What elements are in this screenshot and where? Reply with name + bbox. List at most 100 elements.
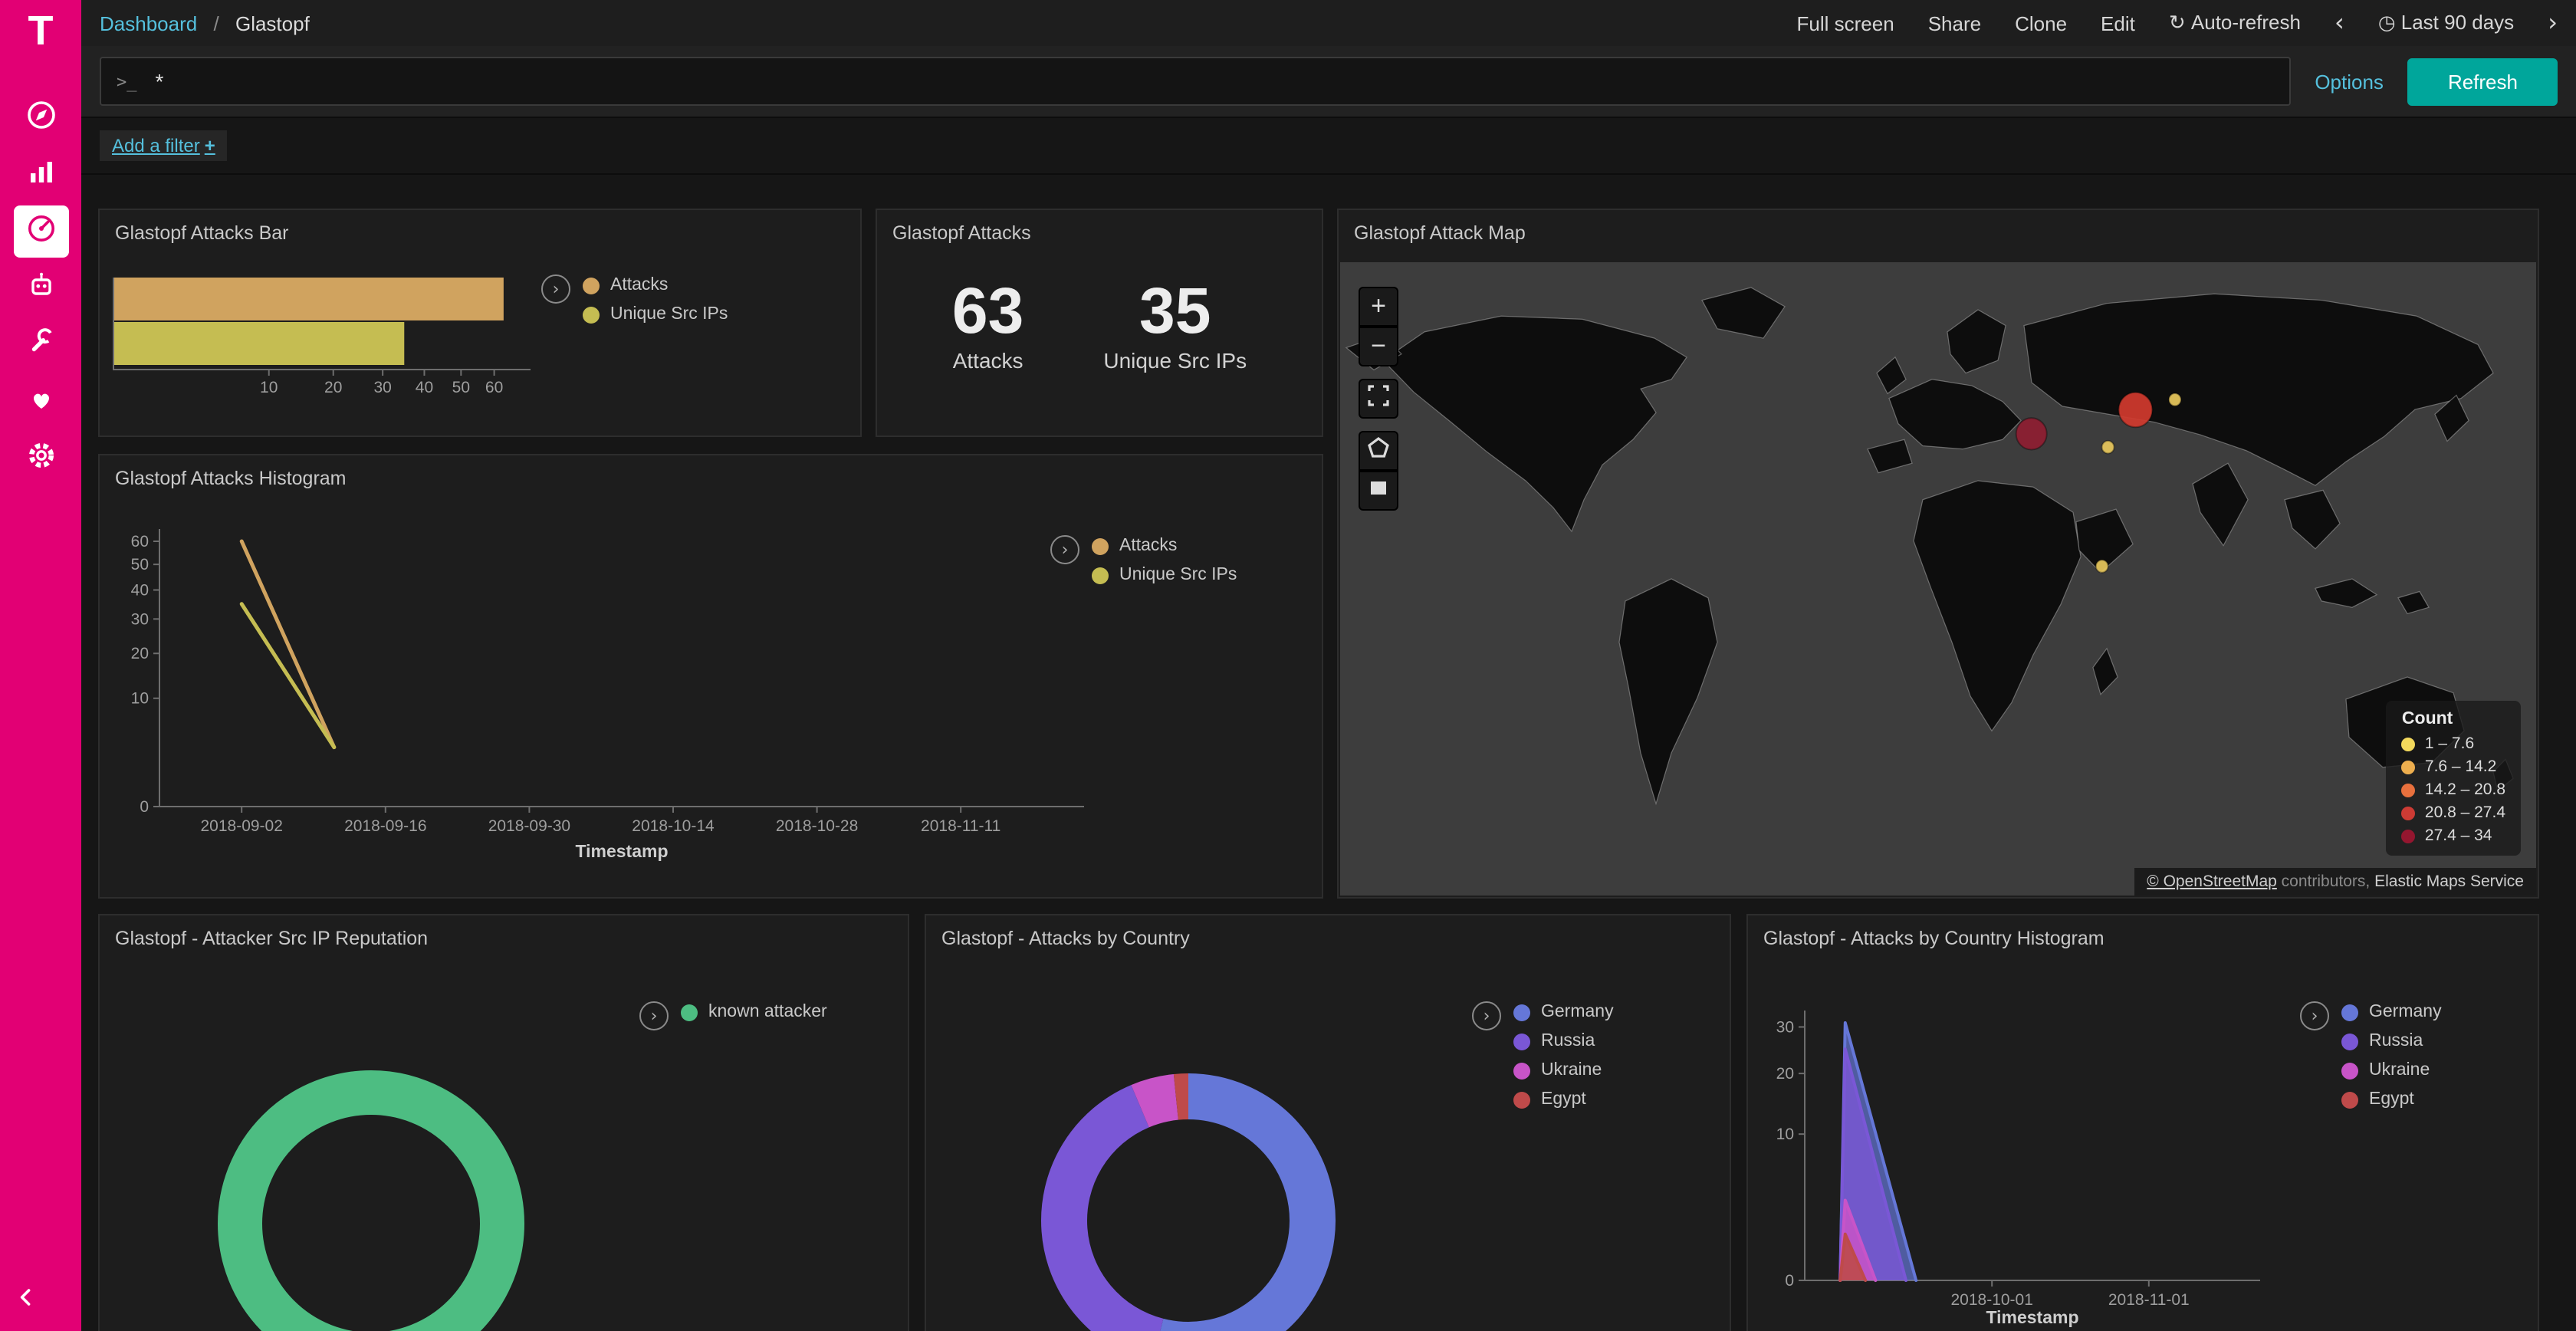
- panel-attacks-histogram: Glastopf Attacks Histogram 0102030405060…: [98, 454, 1323, 899]
- dashboard-grid: Glastopf Attacks Bar 102030405060 › Atta…: [81, 209, 2576, 1331]
- legend-item[interactable]: Russia: [1513, 1032, 1614, 1050]
- series-color-dot: [2341, 1091, 2358, 1108]
- breadcrumb-current: Glastopf: [235, 12, 310, 35]
- legend: › Germany Russia Ukraine Egypt: [2300, 1001, 2442, 1109]
- legend-item[interactable]: Russia: [2341, 1032, 2442, 1050]
- search-query-input[interactable]: >_ *: [100, 57, 2290, 106]
- legend-item[interactable]: Ukraine: [1513, 1061, 1614, 1080]
- sidebar-item-monitoring[interactable]: [13, 376, 68, 428]
- panel-country-histogram: Glastopf - Attacks by Country Histogram …: [1746, 914, 2539, 1331]
- panel-attacks-by-country: Glastopf - Attacks by Country › Germany …: [925, 914, 1731, 1331]
- fit-bounds-button[interactable]: [1359, 379, 1398, 419]
- legend-toggle-icon[interactable]: ›: [1050, 535, 1079, 564]
- bar-chart-icon: [25, 156, 56, 194]
- svg-text:2018-11-11: 2018-11-11: [921, 817, 1001, 835]
- sidebar-item-visualize[interactable]: [13, 149, 68, 201]
- time-forward-button[interactable]: ›: [2548, 11, 2558, 35]
- series-color-dot: [1513, 1091, 1530, 1108]
- world-map[interactable]: + − Count 1 – 7.6 7.6 – 14.2: [1340, 262, 2536, 896]
- panel-attacks-bar: Glastopf Attacks Bar 102030405060 › Atta…: [98, 209, 862, 437]
- series-color-dot: [2341, 1062, 2358, 1079]
- telekom-logo: T: [28, 11, 54, 52]
- add-filter-link[interactable]: Add a filter+: [100, 130, 228, 161]
- chevron-left-icon: [12, 1291, 40, 1317]
- legend-item[interactable]: Attacks: [1092, 537, 1237, 555]
- compass-icon: [25, 99, 56, 137]
- country-donut-chart[interactable]: [1038, 1070, 1339, 1331]
- series-color-dot: [1092, 567, 1109, 583]
- full-screen-button[interactable]: Full screen: [1797, 12, 1894, 35]
- attacks-bar-chart[interactable]: 102030405060: [112, 274, 572, 400]
- series-color-dot: [1092, 537, 1109, 554]
- metric-attacks: 63 Attacks: [952, 278, 1024, 373]
- breadcrumb: Dashboard / Glastopf: [100, 12, 310, 35]
- reputation-donut-chart[interactable]: [213, 1066, 529, 1331]
- sidebar-item-dashboard[interactable]: [13, 205, 68, 258]
- app-sidebar: T: [0, 0, 81, 1331]
- legend-item[interactable]: Unique Src IPs: [1092, 566, 1237, 584]
- sidebar-item-timelion[interactable]: [13, 262, 68, 314]
- legend-item[interactable]: known attacker: [681, 1003, 827, 1021]
- auto-refresh-button[interactable]: ↻ Auto-refresh: [2169, 11, 2301, 35]
- options-link[interactable]: Options: [2315, 70, 2384, 93]
- clone-button[interactable]: Clone: [2015, 12, 2067, 35]
- sidebar-item-discover[interactable]: [13, 92, 68, 144]
- svg-text:10: 10: [131, 690, 149, 708]
- svg-text:Timestamp: Timestamp: [575, 841, 668, 861]
- legend-item: 20.8 – 27.4: [2402, 804, 2505, 822]
- zoom-in-button[interactable]: +: [1359, 287, 1398, 327]
- sidebar-item-management[interactable]: [13, 432, 68, 485]
- svg-text:2018-10-01: 2018-10-01: [1950, 1291, 2032, 1309]
- zoom-out-button[interactable]: −: [1359, 327, 1398, 366]
- world-map-svg: [1340, 262, 2536, 896]
- legend-toggle-icon[interactable]: ›: [541, 274, 570, 304]
- polygon-select-button[interactable]: [1359, 431, 1398, 471]
- dashboard-actions: Full screen Share Clone Edit ↻ Auto-refr…: [1797, 11, 2558, 35]
- svg-text:2018-10-28: 2018-10-28: [776, 817, 858, 835]
- wrench-icon: [25, 326, 56, 364]
- series-color-dot: [583, 277, 600, 294]
- map-count-legend: Count 1 – 7.6 7.6 – 14.2 14.2 – 20.8 20.…: [2387, 701, 2521, 856]
- svg-text:2018-09-30: 2018-09-30: [488, 817, 570, 835]
- legend-toggle-icon[interactable]: ›: [1472, 1001, 1501, 1030]
- time-range-picker[interactable]: ◷ Last 90 days: [2378, 11, 2514, 35]
- legend-item[interactable]: Egypt: [2341, 1090, 2442, 1109]
- series-color-dot: [583, 306, 600, 323]
- attacks-histogram-chart[interactable]: 01020304050602018-09-022018-09-162018-09…: [112, 501, 1109, 863]
- legend-item[interactable]: Ukraine: [2341, 1061, 2442, 1080]
- panel-title: Glastopf - Attacks by Country Histogram: [1748, 915, 2538, 961]
- panel-src-ip-reputation: Glastopf - Attacker Src IP Reputation › …: [98, 914, 909, 1331]
- svg-text:50: 50: [131, 556, 149, 573]
- svg-text:0: 0: [1785, 1272, 1794, 1290]
- rectangle-select-button[interactable]: [1359, 471, 1398, 511]
- legend: › Germany Russia Ukraine Egypt: [1472, 1001, 1614, 1109]
- series-color-dot: [2402, 760, 2416, 774]
- breadcrumb-dashboard-link[interactable]: Dashboard: [100, 12, 197, 35]
- country-area-chart[interactable]: 01020302018-10-012018-11-01Timestamp: [1760, 961, 2300, 1329]
- time-back-button[interactable]: ‹: [2334, 11, 2344, 35]
- polygon-icon: [1368, 435, 1389, 466]
- refresh-button[interactable]: Refresh: [2408, 58, 2558, 105]
- metric-unique-src-ips: 35 Unique Src IPs: [1103, 278, 1247, 373]
- legend-toggle-icon[interactable]: ›: [2300, 1001, 2329, 1030]
- legend-item[interactable]: Unique Src IPs: [583, 305, 728, 324]
- legend-item: 7.6 – 14.2: [2402, 758, 2505, 776]
- panel-attacks-metric: Glastopf Attacks 63 Attacks 35 Unique Sr…: [876, 209, 1323, 437]
- app-nav: [13, 92, 68, 485]
- share-button[interactable]: Share: [1928, 12, 1981, 35]
- legend-item[interactable]: Attacks: [583, 276, 728, 294]
- sidebar-item-dev-tools[interactable]: [13, 319, 68, 371]
- panel-title: Glastopf Attacks: [877, 210, 1322, 256]
- legend-item[interactable]: Egypt: [1513, 1090, 1614, 1109]
- svg-text:2018-09-02: 2018-09-02: [200, 817, 282, 835]
- legend-toggle-icon[interactable]: ›: [639, 1001, 669, 1030]
- legend-item[interactable]: Germany: [1513, 1003, 1614, 1021]
- panel-title: Glastopf Attack Map: [1339, 210, 2538, 256]
- legend-item[interactable]: Germany: [2341, 1003, 2442, 1021]
- edit-button[interactable]: Edit: [2101, 12, 2135, 35]
- collapse-sidebar-button[interactable]: [12, 1283, 40, 1319]
- series-color-dot: [1513, 1062, 1530, 1079]
- svg-text:30: 30: [373, 379, 391, 396]
- openstreetmap-link[interactable]: © OpenStreetMap: [2147, 873, 2277, 891]
- series-color-dot: [1513, 1004, 1530, 1020]
